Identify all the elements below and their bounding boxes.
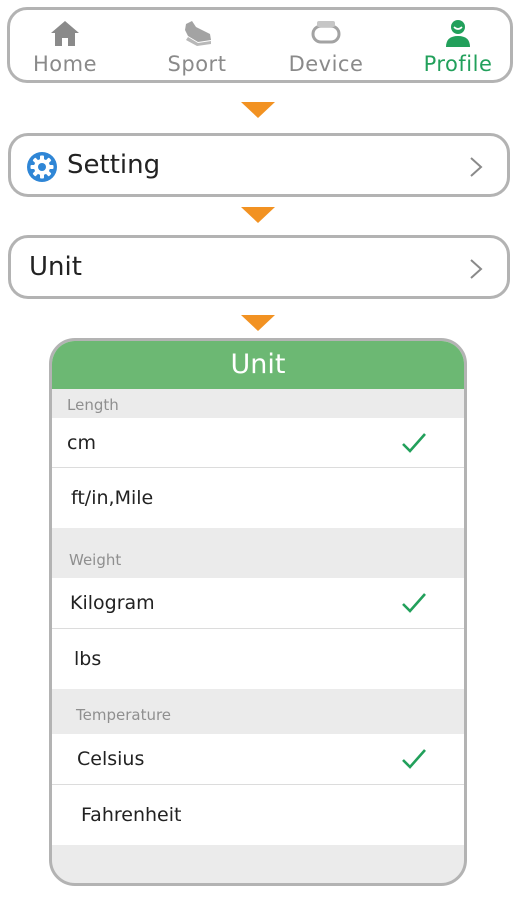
checkmark-icon (402, 432, 426, 453)
option-label: ft/in,Mile (71, 487, 154, 509)
checkmark-icon (402, 749, 426, 769)
gear-icon (27, 152, 57, 182)
option-celsius[interactable]: Celsius (52, 734, 464, 784)
option-label: Kilogram (70, 592, 155, 614)
tab-label-profile: Profile (423, 52, 493, 76)
flow-arrow-2 (241, 207, 275, 223)
band-icon (311, 21, 341, 44)
sneaker-icon (185, 21, 211, 46)
option-label: cm (67, 431, 96, 454)
unit-dialog: Unit Length cm ft/in,Mile Weight Kilogra… (49, 338, 467, 886)
person-icon (446, 20, 470, 47)
tab-label-home: Home (32, 52, 97, 76)
tab-home[interactable]: Home (10, 10, 120, 80)
option-fahrenheit[interactable]: Fahrenheit (52, 785, 464, 845)
tab-label-device: Device (288, 52, 364, 76)
tab-label-sport: Sport (167, 52, 227, 76)
option-label: Fahrenheit (81, 804, 182, 826)
bottom-tab-bar: Home Sport Device Profile (7, 7, 513, 83)
option-lbs[interactable]: lbs (52, 629, 464, 689)
tab-device[interactable]: Device (271, 10, 381, 80)
section-length: Length (67, 396, 119, 414)
option-cm[interactable]: cm (52, 418, 464, 467)
option-label: lbs (74, 648, 102, 670)
setting-label: Setting (67, 150, 161, 180)
checkmark-icon (402, 593, 426, 613)
option-label: Celsius (77, 748, 145, 770)
flow-arrow-1 (241, 102, 275, 118)
setting-row[interactable]: Setting (8, 133, 510, 197)
flow-arrow-3 (241, 315, 275, 331)
option-kilogram[interactable]: Kilogram (52, 578, 464, 628)
section-temperature: Temperature (76, 706, 172, 724)
tab-sport[interactable]: Sport (142, 10, 252, 80)
unit-row[interactable]: Unit (8, 235, 510, 299)
section-weight: Weight (69, 551, 122, 569)
chevron-right-icon (470, 259, 483, 279)
option-ft-in-mile[interactable]: ft/in,Mile (52, 468, 464, 528)
chevron-right-icon (470, 157, 483, 177)
dialog-title: Unit (52, 341, 464, 389)
home-icon (51, 21, 79, 46)
unit-label: Unit (29, 252, 82, 282)
tab-profile[interactable]: Profile (403, 10, 513, 80)
